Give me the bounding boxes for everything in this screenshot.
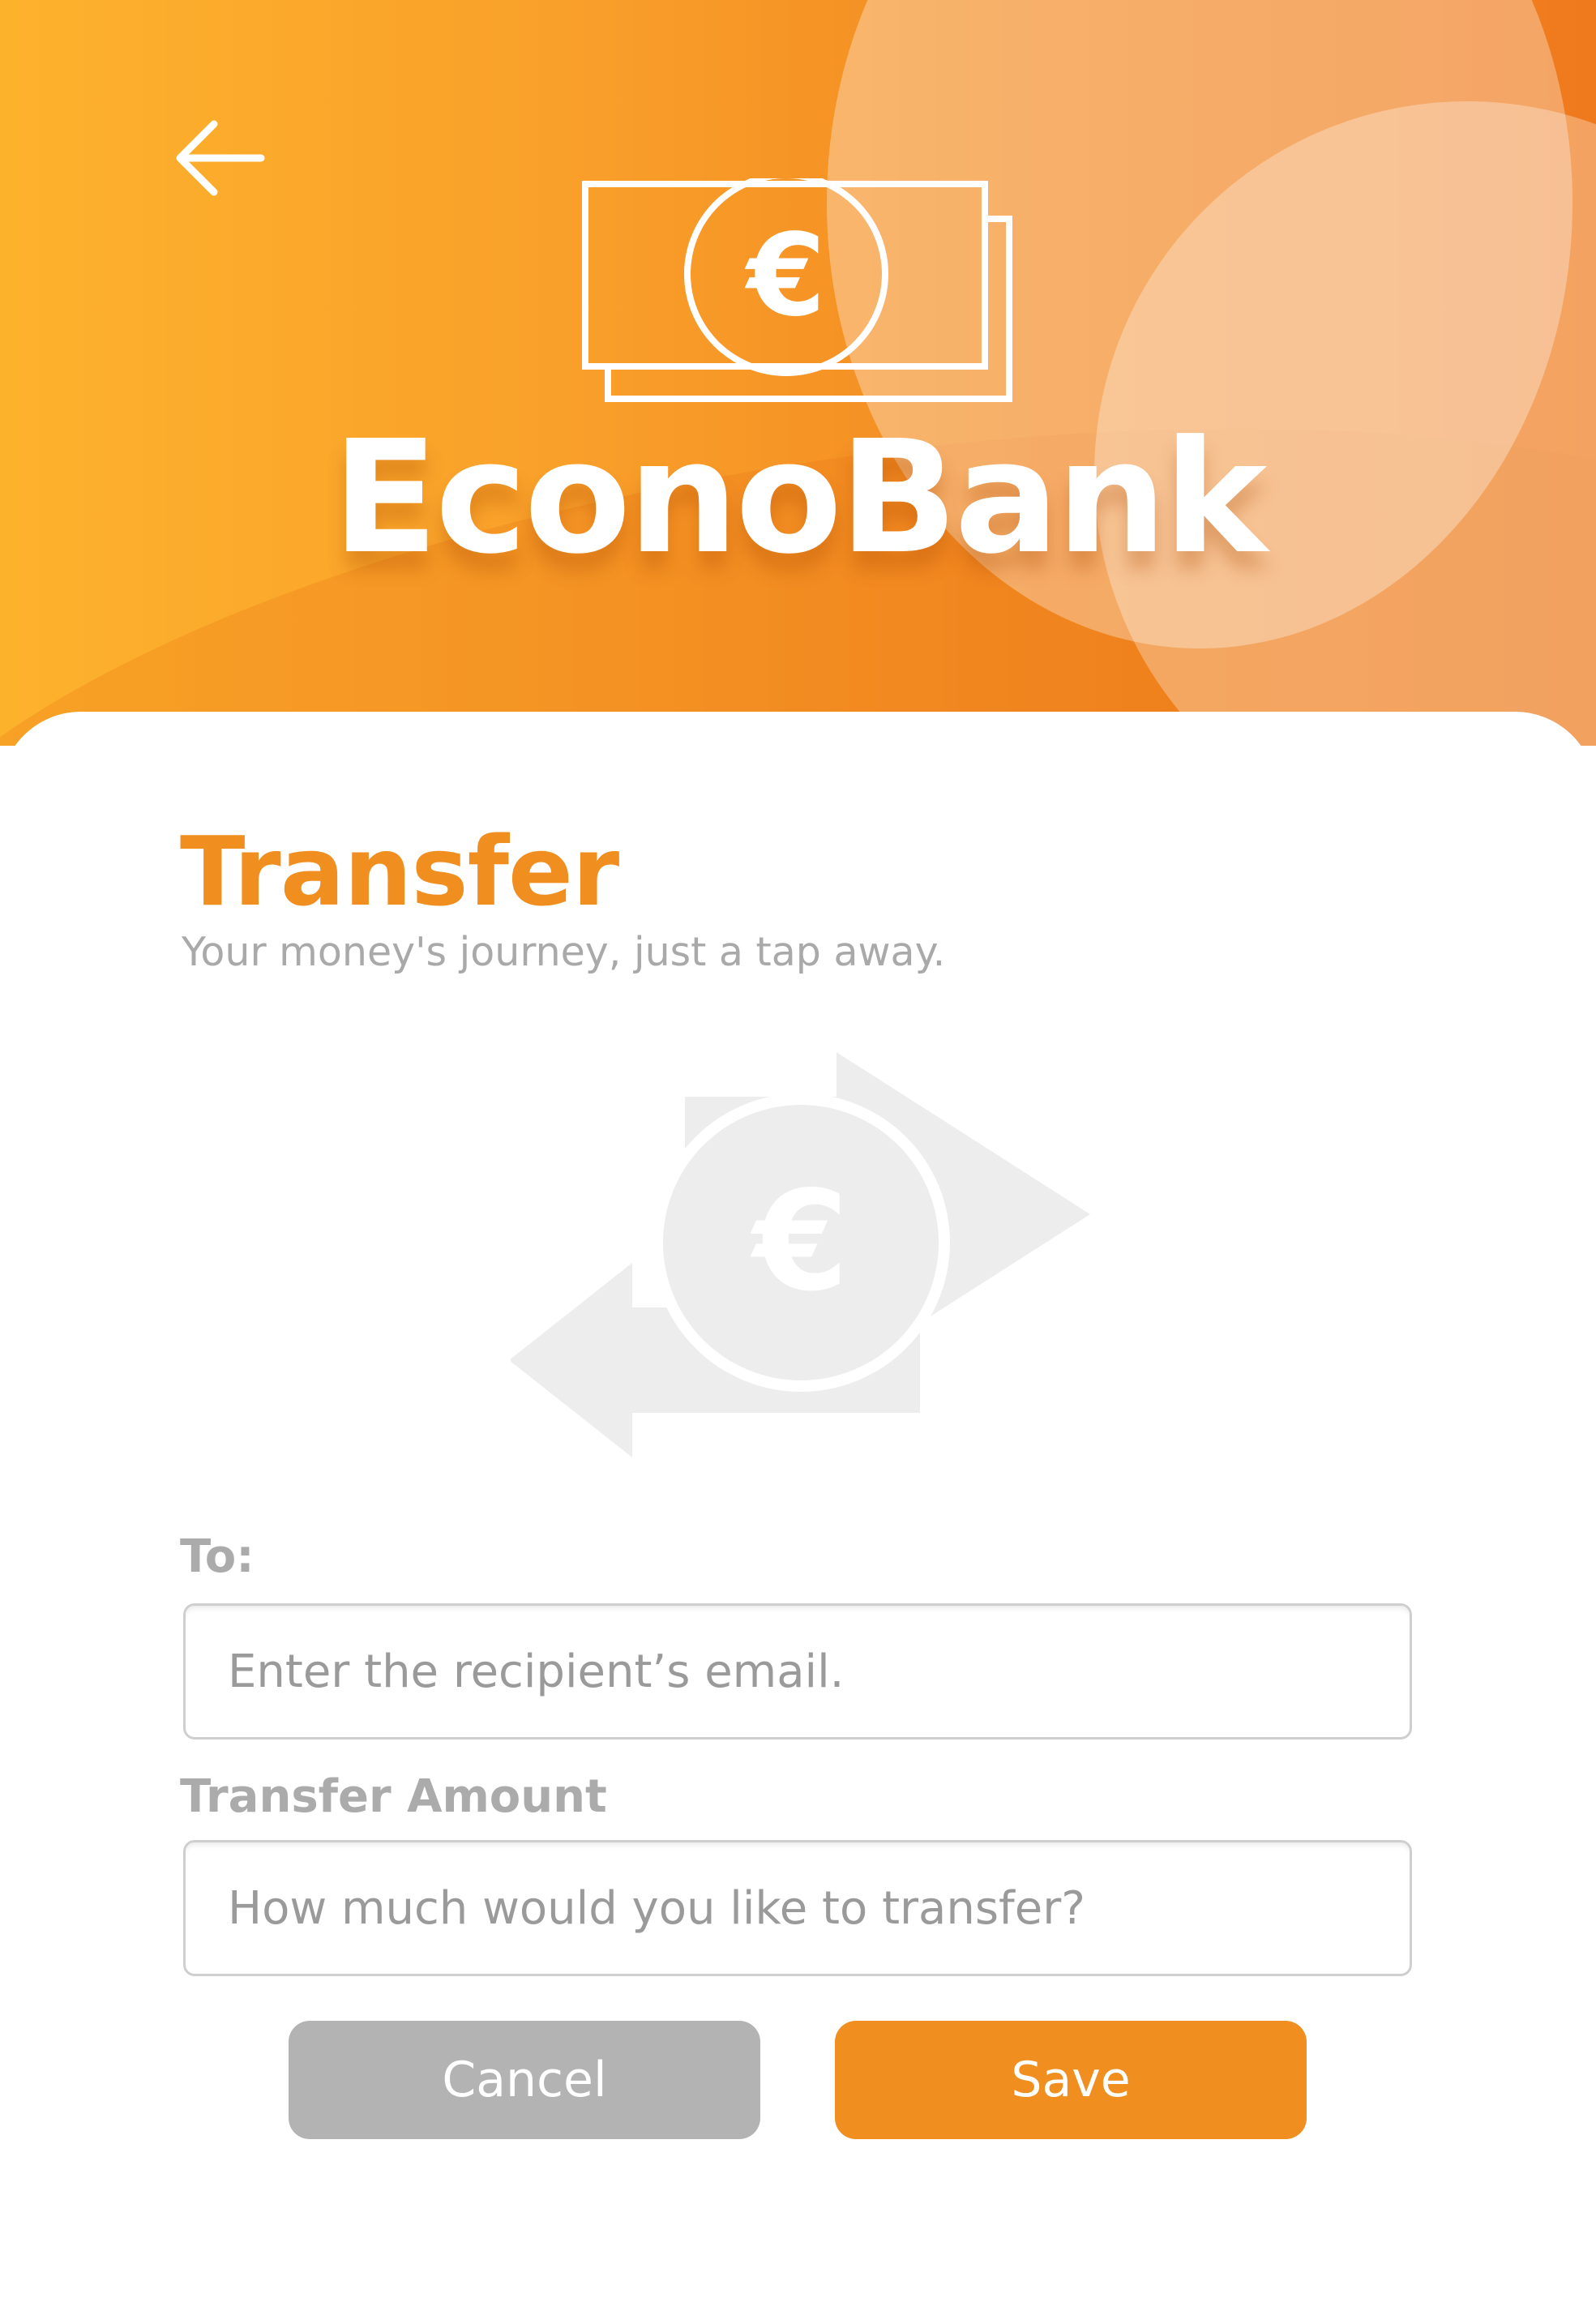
recipient-label: To: xyxy=(180,1530,255,1583)
header-banner: € EconoBank xyxy=(0,0,1596,746)
svg-text:€: € xyxy=(750,1162,849,1322)
save-button[interactable]: Save xyxy=(835,2021,1307,2139)
euro-transfer-arrows-icon: € xyxy=(511,1052,1090,1457)
transfer-screen: € EconoBank Transfer Your money's journe… xyxy=(0,0,1596,2298)
transfer-amount-label: Transfer Amount xyxy=(180,1770,607,1823)
cancel-button[interactable]: Cancel xyxy=(289,2021,760,2139)
svg-text:€: € xyxy=(744,210,825,342)
brand-name: EconoBank xyxy=(332,408,1268,588)
transfer-amount-input[interactable] xyxy=(183,1840,1412,1976)
recipient-email-input[interactable] xyxy=(183,1603,1412,1740)
transfer-card: Transfer Your money's journey, just a ta… xyxy=(0,712,1596,2298)
page-title: Transfer xyxy=(180,815,619,927)
arrow-left-icon[interactable] xyxy=(172,113,269,203)
euro-banknote-icon: € xyxy=(582,178,1012,402)
page-subtitle: Your money's journey, just a tap away. xyxy=(182,929,946,975)
